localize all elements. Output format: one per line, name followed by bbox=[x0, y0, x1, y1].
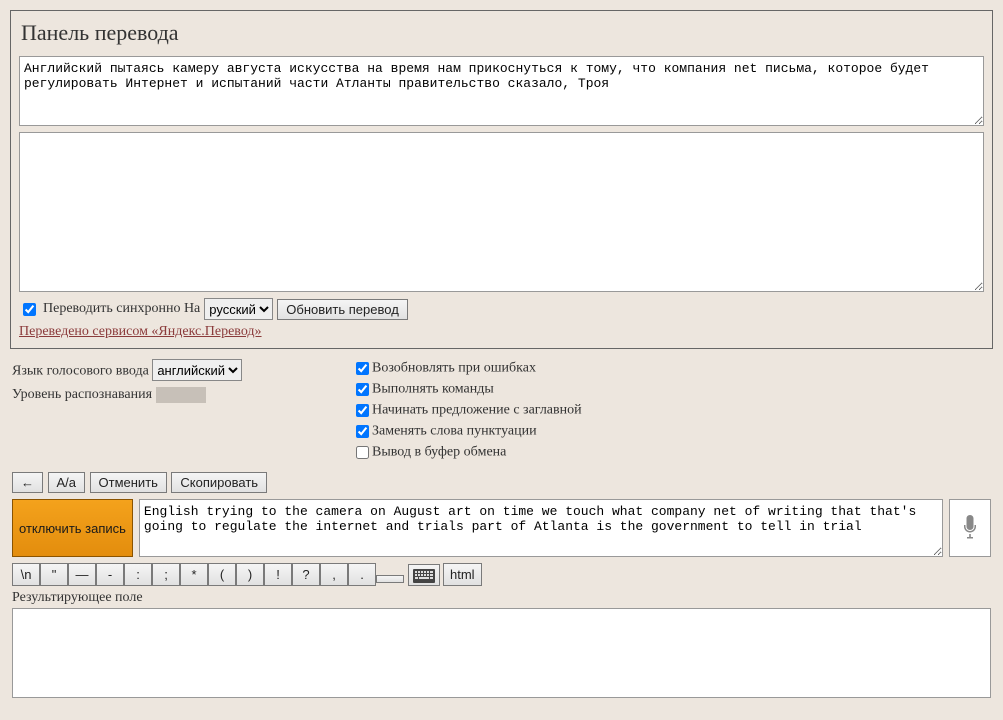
case-button[interactable]: А/а bbox=[48, 472, 86, 493]
symbol-button-1[interactable]: " bbox=[40, 563, 68, 586]
copy-button[interactable]: Скопировать bbox=[171, 472, 267, 493]
voice-lang-select[interactable]: английский bbox=[152, 359, 242, 381]
symbol-button-3[interactable]: - bbox=[96, 563, 124, 586]
sync-checkbox[interactable] bbox=[23, 303, 36, 316]
symbol-button-9[interactable]: ! bbox=[264, 563, 292, 586]
opt-cmds-checkbox[interactable] bbox=[356, 383, 369, 396]
symbol-toolbar: \n"—-:;*()!?,. html bbox=[12, 563, 991, 586]
symbol-button-13[interactable] bbox=[376, 575, 404, 583]
symbol-button-2[interactable]: — bbox=[68, 563, 96, 586]
result-box[interactable] bbox=[12, 608, 991, 698]
opt-punct-label: Заменять слова пунктуации bbox=[372, 424, 537, 439]
opt-clip-checkbox[interactable] bbox=[356, 446, 369, 459]
stop-record-button[interactable]: отключить запись bbox=[12, 499, 133, 557]
edit-toolbar: ← А/а Отменить Скопировать bbox=[12, 472, 991, 493]
panel-title: Панель перевода bbox=[21, 20, 984, 46]
record-row: отключить запись bbox=[12, 499, 991, 557]
symbol-button-11[interactable]: , bbox=[320, 563, 348, 586]
symbol-button-7[interactable]: ( bbox=[208, 563, 236, 586]
settings-section: Язык голосового ввода английский Уровень… bbox=[12, 359, 991, 464]
yandex-credit-link[interactable]: Переведено сервисом «Яндекс.Перевод» bbox=[19, 324, 262, 339]
symbol-button-5[interactable]: ; bbox=[152, 563, 180, 586]
recog-level-meter bbox=[156, 387, 206, 403]
keyboard-button[interactable] bbox=[408, 564, 440, 586]
recog-level-label: Уровень распознавания bbox=[12, 387, 152, 402]
target-lang-select[interactable]: русский bbox=[204, 298, 273, 320]
symbol-button-6[interactable]: * bbox=[180, 563, 208, 586]
symbol-button-12[interactable]: . bbox=[348, 563, 376, 586]
html-button[interactable]: html bbox=[443, 563, 482, 586]
symbol-button-8[interactable]: ) bbox=[236, 563, 264, 586]
keyboard-icon bbox=[413, 569, 435, 583]
symbol-button-10[interactable]: ? bbox=[292, 563, 320, 586]
opt-resume-label: Возобновлять при ошибках bbox=[372, 361, 536, 376]
opt-cmds-label: Выполнять команды bbox=[372, 382, 494, 397]
microphone-icon bbox=[960, 514, 980, 542]
opt-punct-checkbox[interactable] bbox=[356, 425, 369, 438]
sync-label: Переводить синхронно На bbox=[43, 301, 200, 317]
source-textarea[interactable] bbox=[19, 132, 984, 292]
opt-clip-label: Вывод в буфер обмена bbox=[372, 445, 506, 460]
translation-panel: Панель перевода Переводить синхронно На … bbox=[10, 10, 993, 349]
refresh-button[interactable]: Обновить перевод bbox=[277, 299, 408, 320]
opt-capital-checkbox[interactable] bbox=[356, 404, 369, 417]
symbol-button-4[interactable]: : bbox=[124, 563, 152, 586]
result-label: Результирующее поле bbox=[12, 590, 991, 606]
opt-resume-checkbox[interactable] bbox=[356, 362, 369, 375]
record-textarea[interactable] bbox=[139, 499, 943, 557]
opt-capital-label: Начинать предложение с заглавной bbox=[372, 403, 582, 418]
symbol-button-0[interactable]: \n bbox=[12, 563, 40, 586]
translated-textarea[interactable] bbox=[19, 56, 984, 126]
back-button[interactable]: ← bbox=[12, 472, 43, 493]
voice-lang-label: Язык голосового ввода bbox=[12, 364, 149, 379]
mic-button[interactable] bbox=[949, 499, 991, 557]
undo-button[interactable]: Отменить bbox=[90, 472, 167, 493]
